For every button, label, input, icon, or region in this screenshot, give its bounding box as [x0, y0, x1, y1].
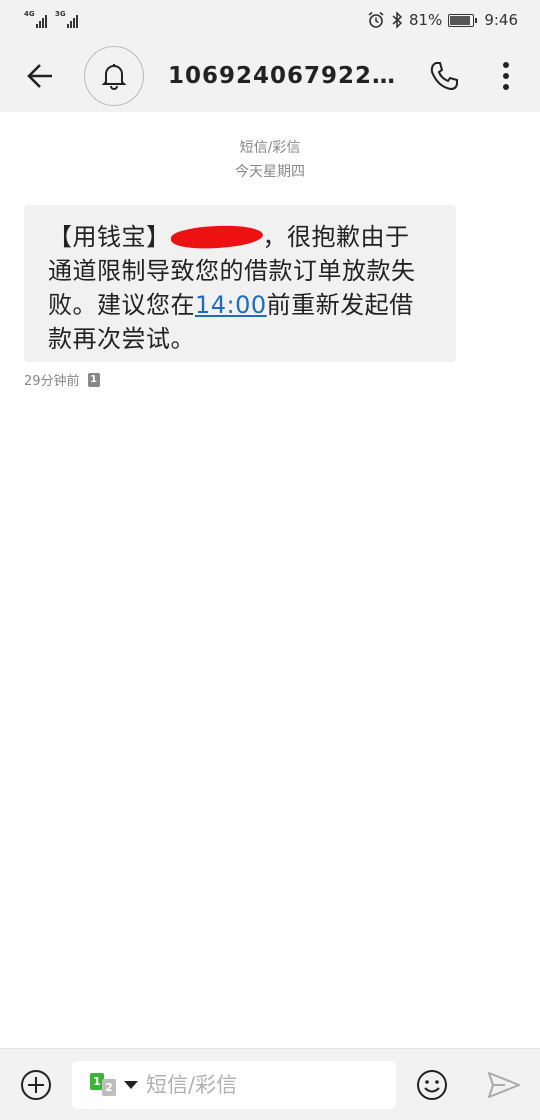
- bluetooth-icon: [392, 11, 403, 29]
- compose-box[interactable]: 1 2: [72, 1061, 396, 1109]
- message-type-label: 短信/彩信: [239, 140, 301, 156]
- net-type-1: 4G: [24, 10, 35, 18]
- conversation-header: 10692406792283…: [0, 40, 540, 112]
- send-icon: [488, 1072, 520, 1098]
- signal-group: 4G 3G: [24, 10, 78, 28]
- status-right: 81% 9:46: [367, 11, 518, 29]
- net-type-2: 3G: [55, 10, 66, 18]
- send-button[interactable]: [482, 1065, 526, 1105]
- message-meta: 29分钟前 1: [24, 370, 100, 389]
- sim-selector[interactable]: 1 2: [90, 1073, 138, 1097]
- notification-toggle-button[interactable]: [84, 46, 144, 106]
- time-link[interactable]: 14:00: [195, 291, 267, 319]
- message-text-part1: 【用钱宝】: [48, 223, 171, 251]
- message-time: 29分钟前: [24, 374, 80, 389]
- battery-icon: [448, 13, 478, 27]
- more-options-button[interactable]: [486, 56, 526, 96]
- message-input[interactable]: [146, 1073, 366, 1097]
- battery-percent: 81%: [408, 11, 443, 29]
- more-vert-icon: [503, 62, 509, 90]
- date-label: 今天星期四: [235, 164, 305, 180]
- back-arrow-icon: [27, 64, 52, 88]
- conversation-title: 10692406792283…: [168, 63, 408, 89]
- compose-bar: 1 2: [0, 1048, 540, 1120]
- dropdown-triangle-icon: [124, 1081, 138, 1089]
- sim2-label: 2: [102, 1079, 116, 1096]
- clock-time: 9:46: [484, 11, 518, 29]
- signal-4g-icon: 4G: [24, 10, 47, 28]
- add-attachment-button[interactable]: [16, 1065, 56, 1105]
- back-button[interactable]: [0, 40, 80, 112]
- phone-icon: [430, 62, 458, 91]
- alarm-icon: [368, 11, 384, 28]
- sim-badge: 1: [87, 372, 100, 387]
- call-button[interactable]: [420, 56, 468, 96]
- dual-sim-icon: 1 2: [90, 1073, 120, 1097]
- signal-3g-icon: 3G: [55, 10, 78, 28]
- message-bubble[interactable]: 【用钱宝】 ，很抱歉由于通道限制导致您的借款订单放款失败。建议您在14:00前重新…: [24, 205, 456, 362]
- status-bar: 4G 3G 81% 9:46: [0, 0, 540, 40]
- emoji-button[interactable]: [412, 1065, 452, 1105]
- add-circle-icon: [21, 1070, 51, 1100]
- emoji-icon: [417, 1070, 447, 1100]
- conversation-meta: 短信/彩信 今天星期四: [0, 136, 540, 184]
- redaction-scribble: [169, 222, 264, 252]
- bell-icon: [101, 64, 127, 90]
